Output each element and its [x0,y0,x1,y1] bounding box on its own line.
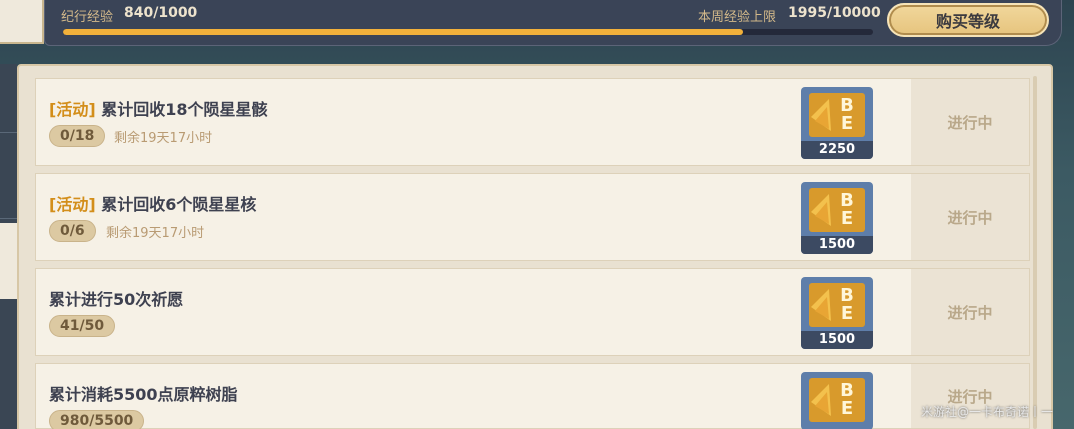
task-progress-badge: 0/18 [49,125,106,147]
task-title: [活动] 累计回收6个陨星星核 [49,191,256,215]
reward-item[interactable]: B E [801,372,873,429]
svg-text:E: E [841,398,853,419]
task-row: 累计消耗5500点原粹树脂 980/5500 B E 进行中 [35,363,1030,429]
svg-text:E: E [841,208,853,229]
event-tag: [活动] [49,100,96,119]
task-title: 累计进行50次祈愿 [49,286,183,310]
weekly-limit-label: 本周经验上限 [698,10,777,25]
task-status: 进行中 [911,79,1029,165]
task-title-text: 累计消耗5500点原粹树脂 [49,385,238,404]
svg-text:E: E [841,303,853,324]
battle-pass-exp-icon: B E [809,283,865,327]
reward-count: 1500 [801,236,873,254]
left-tab-mid[interactable] [0,223,17,299]
buy-level-button[interactable]: 购买等级 [887,3,1049,37]
task-remaining-time: 剩余19天17小时 [106,226,205,241]
exp-header-bar: 纪行经验 840/1000 本周经验上限 1995/10000 购买等级 [44,0,1062,46]
left-divider [0,132,17,133]
task-list-scrollbar[interactable] [1033,76,1037,429]
task-row: [活动] 累计回收6个陨星星核 0/6 剩余19天17小时 B E 1500 进… [35,173,1030,261]
reward-item[interactable]: B E 1500 [801,277,873,349]
exp-value: 840/1000 [124,5,198,21]
task-progress-badge: 980/5500 [49,410,145,429]
task-title-text: 累计回收18个陨星星骸 [101,100,268,119]
exp-progress-bar [63,29,873,35]
left-divider [0,218,17,219]
event-tag: [活动] [49,195,96,214]
task-status: 进行中 [911,269,1029,355]
reward-count: 1500 [801,331,873,349]
reward-count: 2250 [801,141,873,159]
task-title-text: 累计进行50次祈愿 [49,290,184,309]
task-row: 累计进行50次祈愿 41/50 B E 1500 进行中 [35,268,1030,356]
exp-progress-fill [63,29,744,35]
left-tab-top[interactable] [0,0,44,44]
reward-item[interactable]: B E 2250 [801,87,873,159]
battle-pass-exp-icon: B E [809,378,865,422]
task-progress-badge: 0/6 [49,220,96,242]
task-progress-badge: 41/50 [49,315,116,337]
battle-pass-exp-icon: B E [809,188,865,232]
task-title: [活动] 累计回收18个陨星星骸 [49,96,268,120]
weekly-limit-value: 1995/10000 [788,5,881,21]
task-title-text: 累计回收6个陨星星核 [101,195,257,214]
task-row: [活动] 累计回收18个陨星星骸 0/18 剩余19天17小时 B E 2250… [35,78,1030,166]
watermark: 米游社@一卡布奇诺丨一 [921,405,1054,419]
task-remaining-time: 剩余19天17小时 [114,131,213,146]
svg-text:E: E [841,113,853,134]
task-status: 进行中 [911,174,1029,260]
task-title: 累计消耗5500点原粹树脂 [49,381,238,405]
battle-pass-exp-icon: B E [809,93,865,137]
exp-label: 纪行经验 [61,10,114,25]
reward-item[interactable]: B E 1500 [801,182,873,254]
